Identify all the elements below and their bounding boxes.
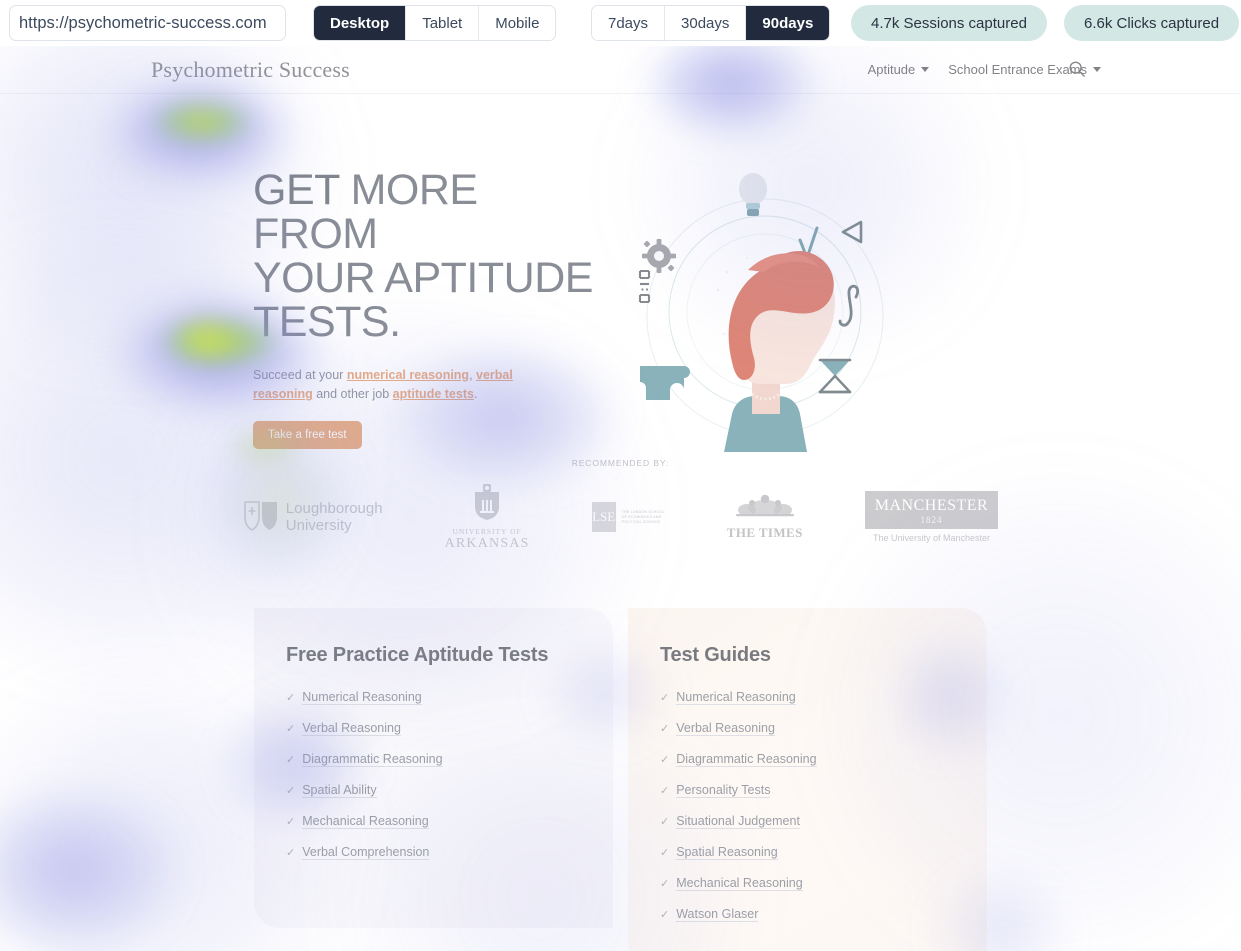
check-icon: ✓ — [286, 785, 296, 797]
card-title: Test Guides — [660, 644, 771, 666]
analytics-toolbar: Desktop Tablet Mobile 7days 30days 90day… — [0, 0, 1241, 46]
list-item[interactable]: ✓ Spatial Reasoning — [660, 845, 955, 860]
card-link-list: ✓ Numerical Reasoning ✓ Verbal Reasoning ✓… — [286, 690, 581, 860]
device-option-desktop[interactable]: Desktop — [314, 6, 407, 40]
list-item-label[interactable]: Watson Glaser — [676, 907, 759, 922]
card-test-guides: Test Guides ✓ Numerical Reasoning ✓ Verbal… — [628, 608, 987, 951]
check-icon: ✓ — [660, 692, 670, 704]
device-option-mobile[interactable]: Mobile — [479, 6, 556, 40]
list-item[interactable]: ✓ Spatial Ability — [286, 783, 581, 798]
card-title: Free Practice Aptitude Tests — [286, 644, 549, 666]
list-item-label[interactable]: Situational Judgement — [676, 814, 800, 829]
list-item[interactable]: ✓ Mechanical Reasoning — [660, 876, 955, 891]
search-icon[interactable] — [1068, 60, 1086, 78]
range-option-30days[interactable]: 30days — [665, 6, 747, 40]
list-item[interactable]: ✓ Numerical Reasoning — [286, 690, 581, 705]
check-icon: ✓ — [660, 785, 670, 797]
list-item[interactable]: ✓ Situational Judgement — [660, 814, 955, 829]
list-item[interactable]: ✓ Verbal Reasoning — [660, 721, 955, 736]
card-free-practice-aptitude-tests: Free Practice Aptitude Tests ✓ Numerical … — [254, 608, 613, 928]
list-item-label[interactable]: Verbal Reasoning — [302, 721, 401, 736]
list-item[interactable]: ✓ Verbal Reasoning — [286, 721, 581, 736]
list-item-label[interactable]: Personality Tests — [676, 783, 771, 798]
nav-item-label: School Entrance Exams — [948, 62, 1087, 77]
list-item-label[interactable]: Diagrammatic Reasoning — [302, 752, 443, 767]
cards-section: Free Practice Aptitude Tests ✓ Numerical … — [0, 46, 1241, 951]
check-icon: ✓ — [660, 847, 670, 859]
range-option-90days[interactable]: 90days — [746, 6, 830, 40]
device-option-tablet[interactable]: Tablet — [406, 6, 480, 40]
list-item[interactable]: ✓ Watson Glaser — [660, 907, 955, 922]
date-range-toggle-group: 7days 30days 90days — [591, 5, 831, 41]
check-icon: ✓ — [286, 847, 296, 859]
card-link-list: ✓ Numerical Reasoning ✓ Verbal Reasoning ✓… — [660, 690, 955, 922]
list-item[interactable]: ✓ Verbal Comprehension — [286, 845, 581, 860]
list-item[interactable]: ✓ Personality Tests — [660, 783, 955, 798]
list-item-label[interactable]: Diagrammatic Reasoning — [676, 752, 817, 767]
check-icon: ✓ — [660, 723, 670, 735]
list-item-label[interactable]: Verbal Reasoning — [676, 721, 775, 736]
check-icon: ✓ — [660, 909, 670, 921]
site-logo[interactable]: Psychometric Success — [151, 57, 350, 83]
chevron-down-icon — [921, 67, 930, 72]
list-item-label[interactable]: Mechanical Reasoning — [302, 814, 429, 829]
check-icon: ✓ — [660, 754, 670, 766]
site-header: Psychometric Success Aptitude School Ent… — [0, 46, 1241, 94]
list-item-label[interactable]: Spatial Ability — [302, 783, 377, 798]
chevron-down-icon — [1093, 67, 1101, 72]
main-nav: Aptitude School Entrance Exams — [868, 62, 1101, 77]
captured-webpage: Psychometric Success Aptitude School Ent… — [0, 46, 1241, 951]
list-item[interactable]: ✓ Diagrammatic Reasoning — [286, 752, 581, 767]
page-preview-viewport[interactable]: Psychometric Success Aptitude School Ent… — [0, 46, 1241, 951]
check-icon: ✓ — [286, 692, 296, 704]
nav-item-label: Aptitude — [867, 62, 916, 77]
clicks-captured-badge: 6.6k Clicks captured — [1064, 5, 1240, 41]
url-input[interactable] — [9, 5, 286, 41]
device-toggle-group: Desktop Tablet Mobile — [313, 5, 557, 41]
list-item-label[interactable]: Numerical Reasoning — [302, 690, 422, 705]
check-icon: ✓ — [286, 816, 296, 828]
list-item[interactable]: ✓ Mechanical Reasoning — [286, 814, 581, 829]
list-item[interactable]: ✓ Numerical Reasoning — [660, 690, 955, 705]
check-icon: ✓ — [286, 754, 296, 766]
nav-item-aptitude[interactable]: Aptitude — [868, 62, 930, 77]
list-item-label[interactable]: Spatial Reasoning — [676, 845, 778, 860]
sessions-captured-badge: 4.7k Sessions captured — [851, 5, 1047, 41]
check-icon: ✓ — [286, 723, 296, 735]
list-item-label[interactable]: Mechanical Reasoning — [676, 876, 803, 891]
list-item-label[interactable]: Verbal Comprehension — [302, 845, 430, 860]
list-item[interactable]: ✓ Diagrammatic Reasoning — [660, 752, 955, 767]
check-icon: ✓ — [660, 816, 670, 828]
list-item-label[interactable]: Numerical Reasoning — [676, 690, 796, 705]
range-option-7days[interactable]: 7days — [592, 6, 666, 40]
check-icon: ✓ — [660, 878, 670, 890]
